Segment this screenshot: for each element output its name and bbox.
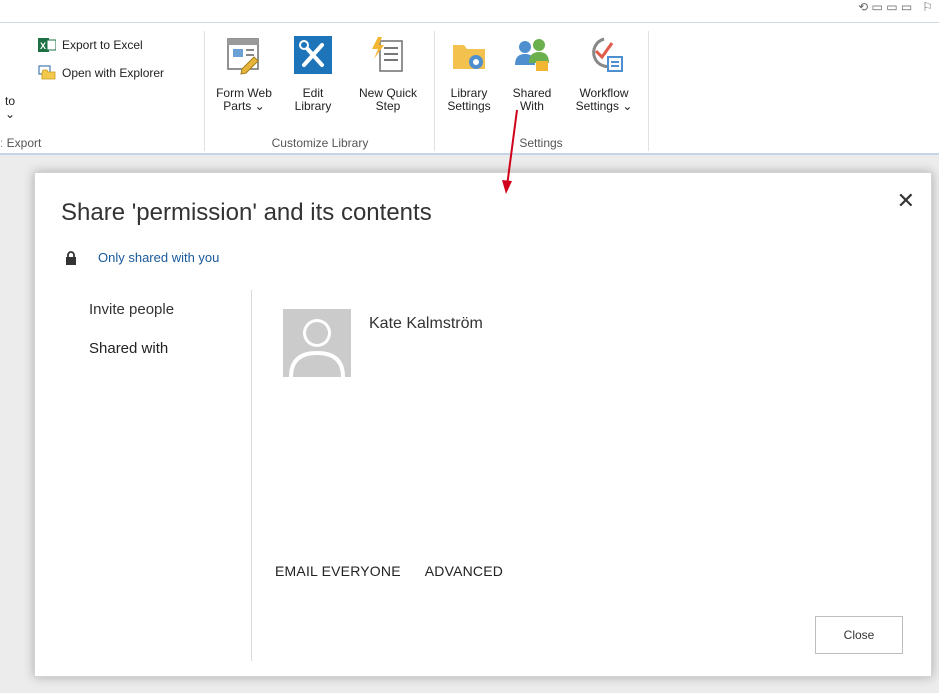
- advanced-link[interactable]: ADVANCED: [425, 563, 503, 579]
- person-name[interactable]: Kate Kalmström: [369, 315, 483, 333]
- share-dialog: Share 'permission' and its contents ✕ On…: [34, 172, 932, 677]
- new-quick-step-icon: [372, 37, 403, 72]
- group-separator: [648, 31, 649, 151]
- export-to-excel-label: Export to Excel: [62, 38, 143, 52]
- new-quick-step-label-line2: Step: [375, 99, 401, 113]
- shared-with-icon: [515, 39, 549, 71]
- shared-with-button[interactable]: Shared With: [504, 33, 560, 113]
- library-settings-button[interactable]: Library Settings: [440, 33, 498, 113]
- export-to-excel-button[interactable]: X Export to Excel: [38, 37, 143, 53]
- edit-library-icon: [294, 36, 332, 74]
- workflow-settings-button[interactable]: Workflow Settings ⌄: [566, 33, 642, 113]
- workflow-settings-label-line2: Settings ⌄: [575, 99, 633, 113]
- top-strip: ⟲ ▭ ▭ ▭ ⚐: [0, 0, 939, 22]
- settings-group-label: Settings: [519, 136, 563, 150]
- open-with-explorer-label: Open with Explorer: [62, 66, 165, 80]
- ribbon: to ⌄ X Export to Excel Open with Explore…: [0, 23, 939, 154]
- only-shared-with-you-link[interactable]: Only shared with you: [98, 250, 219, 265]
- form-web-parts-label-line2: Parts ⌄: [223, 99, 265, 113]
- email-everyone-link[interactable]: EMAIL EVERYONE: [275, 563, 401, 579]
- edit-library-label-line2: Library: [294, 99, 332, 113]
- dialog-title: Share 'permission' and its contents: [61, 199, 432, 226]
- close-button[interactable]: Close: [815, 616, 903, 654]
- cut-off-dropdown-icon[interactable]: ⌄: [5, 107, 15, 121]
- library-settings-label-line2: Settings: [447, 99, 491, 113]
- cut-off-command[interactable]: to: [5, 94, 15, 108]
- library-settings-icon: [453, 45, 485, 69]
- open-with-explorer-button[interactable]: Open with Explorer: [38, 65, 164, 81]
- nav-divider: [251, 290, 252, 661]
- svg-text:X: X: [40, 41, 46, 51]
- nav-shared-with[interactable]: Shared with: [89, 338, 174, 360]
- shared-with-label-line2: With: [519, 99, 544, 113]
- workflow-settings-icon: [592, 37, 623, 72]
- lock-icon: [66, 250, 76, 265]
- group-separator: [434, 31, 435, 151]
- edit-library-button[interactable]: Edit Library: [288, 33, 338, 113]
- form-web-parts-icon: [227, 38, 259, 75]
- excel-icon: X: [38, 38, 56, 52]
- avatar: [283, 309, 351, 377]
- permission-status: Only shared with you: [65, 250, 219, 265]
- dialog-actions: EMAIL EVERYONE ADVANCED: [275, 563, 527, 579]
- top-right-controls-icon[interactable]: ⟲ ▭ ▭ ▭ ⚐: [858, 0, 933, 14]
- close-icon[interactable]: ✕: [897, 188, 915, 214]
- person-placeholder-icon: [283, 309, 351, 377]
- nav-invite-people[interactable]: Invite people: [89, 299, 174, 321]
- export-group-label: ː Export: [0, 136, 42, 150]
- new-quick-step-button[interactable]: New Quick Step: [348, 33, 428, 113]
- group-separator: [204, 31, 205, 151]
- dialog-nav: Invite people Shared with: [89, 299, 174, 377]
- form-web-parts-button[interactable]: Form Web Parts ⌄: [212, 33, 276, 113]
- explorer-icon: [38, 65, 56, 80]
- customize-library-group-label: Customize Library: [271, 136, 369, 150]
